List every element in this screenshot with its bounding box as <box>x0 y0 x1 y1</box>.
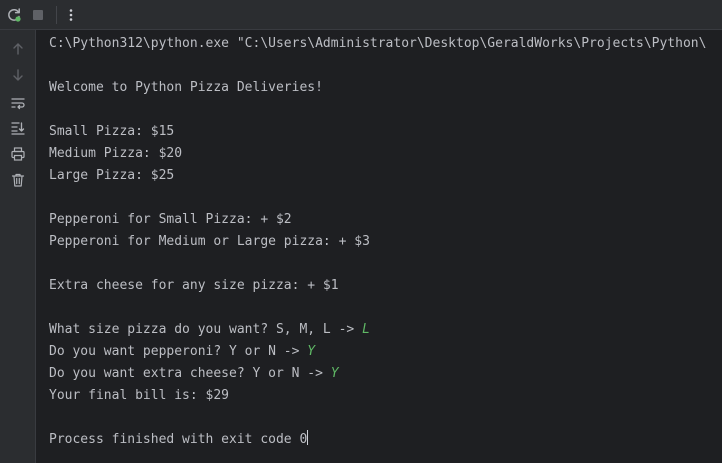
console-output[interactable]: C:\Python312\python.exe "C:\Users\Admini… <box>37 30 722 463</box>
cheese-prompt: Do you want extra cheese? Y or N -> <box>49 366 331 381</box>
size-question-line: What size pizza do you want? S, M, L -> … <box>49 319 370 341</box>
console-side-toolbar <box>0 30 36 463</box>
pepperoni-prompt: Do you want pepperoni? Y or N -> <box>49 344 308 359</box>
final-bill: Your final bill is: $29 <box>49 388 230 403</box>
command-line: C:\Python312\python.exe "C:\Users\Admini… <box>49 36 707 51</box>
run-toolbar <box>0 0 722 30</box>
scroll-down-icon[interactable] <box>8 65 28 85</box>
more-options-icon[interactable] <box>61 5 81 25</box>
scroll-to-end-icon[interactable] <box>8 118 28 138</box>
medium-pizza-price: Medium Pizza: $20 <box>49 146 183 161</box>
size-user-input: L <box>362 322 370 337</box>
small-pizza-price: Small Pizza: $15 <box>49 124 175 139</box>
pepperoni-user-input: Y <box>307 344 316 359</box>
print-icon[interactable] <box>8 144 28 164</box>
soft-wrap-icon[interactable] <box>8 93 28 113</box>
toolbar-divider <box>56 6 57 24</box>
stop-icon[interactable] <box>28 5 48 25</box>
extra-cheese-price: Extra cheese for any size pizza: + $1 <box>49 278 339 293</box>
exit-line: Process finished with exit code 0 <box>49 429 309 451</box>
scroll-up-icon[interactable] <box>8 39 28 59</box>
large-pizza-price: Large Pizza: $25 <box>49 168 175 183</box>
welcome-message: Welcome to Python Pizza Deliveries! <box>49 80 323 95</box>
pepperoni-medium-large-price: Pepperoni for Medium or Large pizza: + $… <box>49 234 370 249</box>
size-prompt: What size pizza do you want? S, M, L -> <box>49 322 363 337</box>
cheese-question-line: Do you want extra cheese? Y or N -> Y <box>49 363 339 385</box>
pepperoni-small-price: Pepperoni for Small Pizza: + $2 <box>49 212 292 227</box>
text-caret <box>307 430 309 445</box>
exit-message: Process finished with exit code 0 <box>49 432 308 447</box>
rerun-icon[interactable] <box>4 5 24 25</box>
pepperoni-question-line: Do you want pepperoni? Y or N -> Y <box>49 341 315 363</box>
run-tool-window: C:\Python312\python.exe "C:\Users\Admini… <box>0 0 722 463</box>
clear-all-icon[interactable] <box>8 170 28 190</box>
cheese-user-input: Y <box>330 366 339 381</box>
